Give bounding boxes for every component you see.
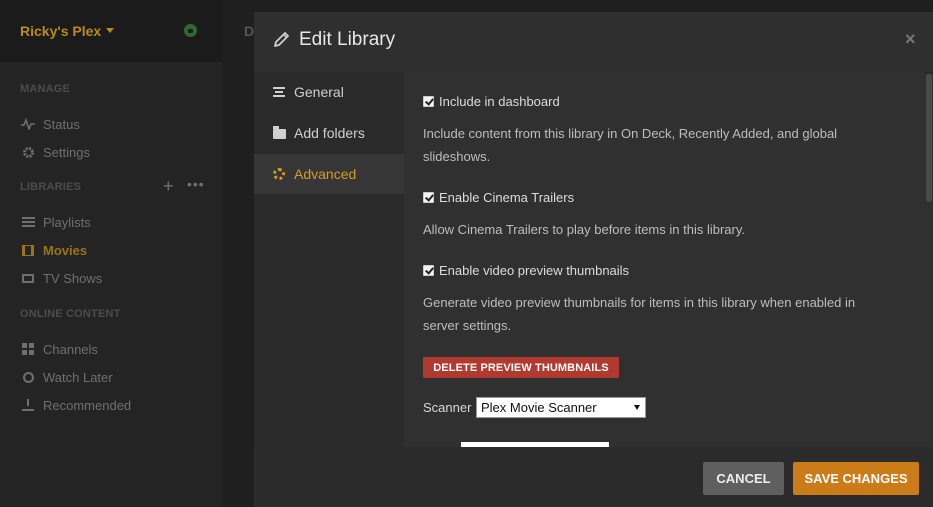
advanced-settings-panel: Include in dashboard Include content fro… — [404, 72, 924, 447]
tab-label: Add folders — [294, 125, 365, 141]
checkbox-label: Enable Cinema Trailers — [439, 190, 575, 205]
caret-down-icon — [106, 27, 115, 33]
folder-icon — [272, 126, 286, 139]
include-dashboard-option[interactable]: Include in dashboard — [423, 94, 560, 109]
edit-library-modal: Edit Library × General Add folders Advan… — [254, 12, 933, 507]
sidebar-item-status[interactable]: Status — [20, 115, 80, 133]
modal-footer: CANCEL SAVE CHANGES — [254, 447, 933, 507]
gear-icon — [20, 146, 36, 159]
scanner-label: Scanner — [423, 400, 472, 415]
sidebar-item-label: Playlists — [43, 214, 91, 230]
sidebar-item-tv-shows[interactable]: TV Shows — [20, 269, 102, 287]
include-dashboard-checkbox[interactable] — [423, 96, 434, 107]
save-changes-button[interactable]: SAVE CHANGES — [793, 462, 919, 495]
section-manage: MANAGE — [20, 83, 71, 95]
preview-thumbnails-description: Generate video preview thumbnails for it… — [423, 295, 856, 333]
list-icon — [272, 87, 286, 97]
preview-thumbnails-checkbox[interactable] — [423, 265, 434, 276]
tab-advanced[interactable]: Advanced — [254, 154, 404, 194]
sidebar-item-movies[interactable]: Movies — [20, 241, 87, 259]
film-icon — [20, 244, 36, 256]
sidebar-item-watch-later[interactable]: Watch Later — [20, 368, 113, 386]
cinema-trailers-option[interactable]: Enable Cinema Trailers — [423, 190, 574, 205]
server-header[interactable]: Ricky's Plex — [0, 0, 222, 62]
tab-general[interactable]: General — [254, 72, 404, 112]
sidebar-item-label: Movies — [43, 242, 88, 258]
delete-preview-thumbnails-button[interactable]: DELETE PREVIEW THUMBNAILS — [423, 357, 619, 378]
gear-icon — [272, 168, 286, 180]
sidebar-item-label: Status — [43, 116, 80, 132]
cancel-button[interactable]: CANCEL — [703, 462, 784, 495]
tab-label: Advanced — [294, 166, 357, 182]
section-libraries: LIBRARIES — [20, 181, 82, 193]
sidebar-item-label: Watch Later — [43, 369, 113, 385]
grid-icon — [20, 343, 36, 355]
background-page-title: D — [244, 23, 255, 39]
section-online-content: ONLINE CONTENT — [20, 308, 121, 320]
sidebar-item-label: Settings — [43, 144, 90, 160]
tab-add-folders[interactable]: Add folders — [254, 113, 404, 153]
sidebar-item-playlists[interactable]: Playlists — [20, 213, 91, 231]
modal-header: Edit Library × — [254, 12, 933, 73]
tab-label: General — [294, 84, 344, 100]
download-icon — [20, 399, 36, 411]
close-icon[interactable]: × — [905, 29, 916, 49]
lock-status-icon — [184, 24, 197, 37]
pulse-icon — [20, 118, 36, 130]
sidebar-item-settings[interactable]: Settings — [20, 143, 90, 161]
clock-icon — [20, 371, 36, 383]
modal-title: Edit Library — [299, 29, 396, 50]
server-selector[interactable]: Ricky's Plex — [20, 23, 115, 39]
list-icon — [20, 217, 36, 227]
tv-icon — [20, 273, 36, 283]
scanner-select[interactable]: Plex Movie Scanner — [476, 397, 646, 418]
sidebar-item-label: TV Shows — [43, 270, 103, 286]
checkbox-label: Enable video preview thumbnails — [439, 263, 630, 278]
cinema-trailers-checkbox[interactable] — [423, 192, 434, 203]
more-icon[interactable]: ••• — [187, 176, 205, 192]
preview-thumbnails-option[interactable]: Enable video preview thumbnails — [423, 263, 629, 278]
sidebar-item-recommended[interactable]: Recommended — [20, 396, 131, 414]
sidebar-item-label: Channels — [43, 341, 98, 357]
scrollbar[interactable] — [926, 74, 932, 202]
checkbox-label: Include in dashboard — [439, 94, 560, 109]
sidebar-item-channels[interactable]: Channels — [20, 340, 98, 358]
scanner-value: Plex Movie Scanner — [481, 400, 597, 415]
add-library-icon[interactable]: + — [163, 177, 174, 195]
caret-down-icon — [634, 405, 640, 410]
sidebar: Ricky's Plex MANAGE Status Settings LIBR… — [0, 0, 222, 507]
modal-tabs: General Add folders Advanced — [254, 72, 404, 447]
cinema-trailers-description: Allow Cinema Trailers to play before ite… — [423, 222, 745, 237]
pencil-icon — [273, 30, 291, 48]
sidebar-item-label: Recommended — [43, 397, 132, 413]
include-dashboard-description: Include content from this library in On … — [423, 126, 838, 164]
server-name: Ricky's Plex — [20, 23, 102, 39]
